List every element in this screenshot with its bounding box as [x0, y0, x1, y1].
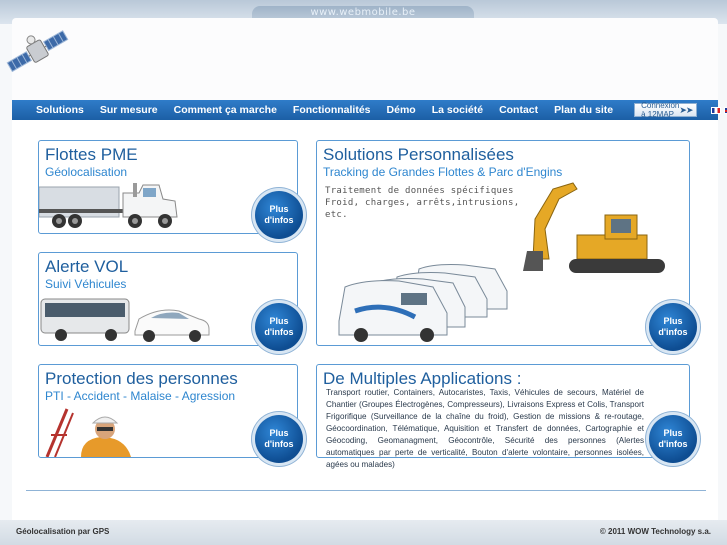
- footer-copyright: © 2011 WOW Technology s.a.: [599, 527, 711, 536]
- satellite-icon: [2, 22, 74, 82]
- card-subtitle: Suivi Véhicules: [45, 277, 127, 291]
- nav-demo[interactable]: Démo: [379, 104, 424, 116]
- double-arrow-icon: ➤➤: [679, 104, 693, 115]
- card-solutions-personnalisees[interactable]: Solutions Personnalisées Tracking de Gra…: [316, 140, 697, 351]
- nav-plan-du-site[interactable]: Plan du site: [546, 104, 621, 116]
- card-title: Alerte VOL: [45, 257, 129, 276]
- vehicles-image: [39, 291, 219, 347]
- more-info-button[interactable]: Plus d'infos: [649, 415, 697, 463]
- card-text: Traitement de données spécifiques Froid,…: [325, 186, 520, 220]
- nav-solutions[interactable]: Solutions: [12, 104, 92, 116]
- nav-sur-mesure[interactable]: Sur mesure: [92, 104, 166, 116]
- page: www.webmobile.be Solutions Sur mesure Co…: [0, 0, 727, 545]
- nav-fonctionnalites[interactable]: Fonctionnalités: [285, 104, 379, 116]
- card-title: Solutions Personnalisées: [323, 145, 514, 164]
- truck-image: [39, 179, 189, 235]
- excavator-image: [513, 179, 673, 283]
- card-alerte-vol[interactable]: Alerte VOL Suivi Véhicules Plus d'infos: [38, 252, 303, 351]
- card-text: Transport routier, Containers, Autocaris…: [326, 388, 644, 469]
- more-info-button[interactable]: Plus d'infos: [255, 415, 303, 463]
- fr-flag-icon[interactable]: [711, 106, 722, 114]
- card-title: Flottes PME: [45, 145, 138, 164]
- more-info-button[interactable]: Plus d'infos: [649, 303, 697, 351]
- worker-image: [41, 405, 151, 457]
- nav-comment-ca-marche[interactable]: Comment ça marche: [166, 104, 285, 116]
- more-info-button[interactable]: Plus d'infos: [255, 303, 303, 351]
- card-protection-personnes[interactable]: Protection des personnes PTI - Accident …: [38, 364, 303, 463]
- card-title: De Multiples Applications :: [323, 369, 522, 388]
- footer-tagline: Géolocalisation par GPS: [16, 527, 110, 536]
- card-title: Protection des personnes: [45, 369, 238, 388]
- card-subtitle: Géolocalisation: [45, 165, 128, 179]
- divider: [26, 490, 706, 491]
- card-subtitle: Tracking de Grandes Flottes & Parc d'Eng…: [323, 165, 563, 179]
- header: [12, 18, 718, 100]
- main-nav: Solutions Sur mesure Comment ça marche F…: [12, 100, 727, 120]
- login-label: Connexion à 12MAP: [641, 101, 680, 119]
- login-button[interactable]: Connexion à 12MAP ➤➤: [634, 101, 698, 119]
- card-subtitle: PTI - Accident - Malaise - Agression: [45, 389, 236, 403]
- language-switcher: [711, 106, 727, 114]
- card-multiples-applications[interactable]: De Multiples Applications : Transport ro…: [316, 364, 697, 469]
- vans-image: [335, 251, 515, 343]
- main-content: Flottes PME Géolocalisation Plus d'infos: [12, 120, 718, 520]
- nav-la-societe[interactable]: La société: [424, 104, 491, 116]
- nav-contact[interactable]: Contact: [491, 104, 546, 116]
- card-flottes-pme[interactable]: Flottes PME Géolocalisation Plus d'infos: [38, 140, 303, 239]
- more-info-button[interactable]: Plus d'infos: [255, 191, 303, 239]
